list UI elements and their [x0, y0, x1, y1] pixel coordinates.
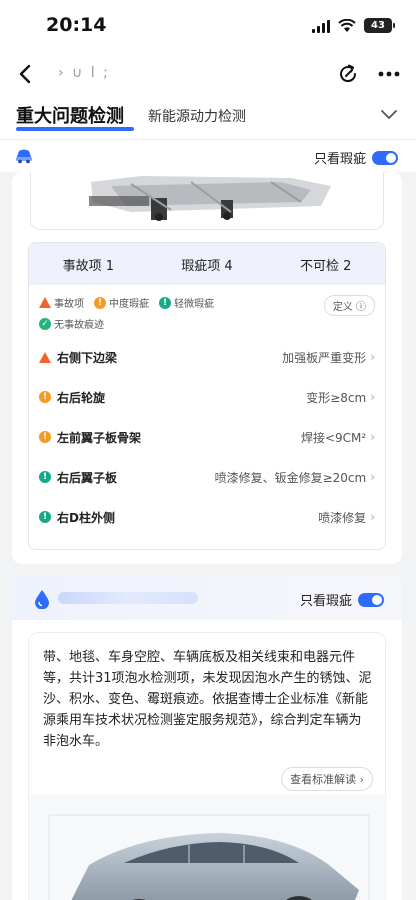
issue-summary: 事故项 1 瑕疵项 4 不可检 2 事故项 ! 中度瑕疵 ! 轻微瑕疵 ✓ 无事… — [28, 242, 386, 550]
view-standard-button[interactable]: 查看标准解读 › — [281, 767, 373, 791]
chevron-right-icon: › — [370, 390, 375, 404]
issue-value-text: 焊接<9CM² — [300, 430, 367, 445]
nav-actions — [336, 62, 400, 86]
car-illustration — [29, 795, 387, 900]
legend-light: ! 轻微瑕疵 — [159, 295, 214, 310]
issue-value-text: 变形≥8cm — [306, 390, 367, 405]
legend-none-label: 无事故痕迹 — [54, 320, 104, 331]
legend-light-label: 轻微瑕疵 — [174, 299, 214, 310]
flood-check-body: 带、地毯、车身空腔、车辆底板及相关线束和电器元件等，共计31项泡水检测项，未发现… — [28, 632, 387, 900]
battery-icon: 43 — [364, 18, 395, 33]
flood-check-header: 只看瑕疵 — [12, 576, 402, 620]
moderate-alert-icon: ! — [39, 391, 51, 403]
tab-bar: 重大问题检测 新能源动力检测 — [0, 94, 416, 140]
only-flaws-toggle[interactable] — [372, 150, 398, 165]
only-flaws-filter-2: 只看瑕疵 — [300, 590, 384, 609]
uncheckable-count[interactable]: 不可检 2 — [300, 255, 351, 274]
issue-row[interactable]: 右侧下边梁 加强板严重变形 › — [29, 337, 385, 377]
chevron-right-icon: › — [370, 350, 375, 364]
tab-major-issues[interactable]: 重大问题检测 — [16, 102, 124, 128]
legend: 事故项 ! 中度瑕疵 ! 轻微瑕疵 ✓ 无事故痕迹 定义 ⓘ — [29, 285, 385, 337]
issue-row[interactable]: ! 右后翼子板 喷漆修复、钣金修复≥20cm › — [29, 457, 385, 497]
tab-ev-power[interactable]: 新能源动力检测 — [148, 106, 246, 126]
accident-warning-icon — [39, 297, 51, 308]
chevron-right-icon: › — [370, 470, 375, 484]
issue-name: 右后翼子板 — [57, 470, 118, 485]
issue-name: 右后轮旋 — [57, 390, 106, 405]
issue-row[interactable]: ! 右后轮旋 变形≥8cm › — [29, 377, 385, 417]
car-chassis-illustration — [89, 176, 331, 221]
light-alert-icon: ! — [39, 471, 51, 483]
issue-name: 右侧下边梁 — [57, 350, 118, 365]
accident-warning-icon — [39, 351, 51, 363]
summary-counts: 事故项 1 瑕疵项 4 不可检 2 — [29, 243, 385, 285]
only-flaws-label: 只看瑕疵 — [313, 152, 366, 167]
only-flaws-filter: 只看瑕疵 — [314, 148, 398, 167]
chevron-right-icon: › — [370, 430, 375, 444]
status-icons: 43 — [312, 18, 395, 33]
legend-accident: 事故项 — [39, 295, 84, 310]
issue-value: 喷漆修复、钣金修复≥20cm › — [215, 469, 375, 486]
water-drop-icon — [35, 590, 49, 609]
flood-check-description: 带、地毯、车身空腔、车辆底板及相关线束和电器元件等，共计31项泡水检测项，未发现… — [43, 650, 372, 749]
filter-row: 只看瑕疵 — [0, 140, 416, 172]
major-issues-card: 事故项 1 瑕疵项 4 不可检 2 事故项 ! 中度瑕疵 ! 轻微瑕疵 ✓ 无事… — [12, 172, 402, 564]
issue-value: 加强板严重变形 › — [282, 349, 375, 366]
definition-button[interactable]: 定义 ⓘ — [323, 295, 375, 316]
issue-value: 焊接<9CM² › — [301, 429, 375, 446]
chevron-right-icon: › — [370, 510, 375, 524]
only-flaws-toggle-2[interactable] — [358, 592, 384, 607]
light-alert-icon: ! — [39, 511, 51, 523]
flood-check-title-blurred — [58, 592, 198, 604]
only-flaws-label-2: 只看瑕疵 — [299, 594, 352, 609]
status-bar: 20:14 43 — [0, 0, 416, 56]
signal-icon — [312, 19, 330, 33]
moderate-alert-icon: ! — [94, 296, 106, 309]
issue-value: 变形≥8cm › — [306, 389, 375, 406]
wifi-icon — [338, 18, 356, 32]
chevron-down-icon[interactable] — [380, 108, 398, 120]
check-icon: ✓ — [39, 317, 51, 330]
issue-name: 左前翼子板骨架 — [57, 430, 142, 445]
accident-count[interactable]: 事故项 1 — [63, 255, 114, 274]
status-time: 20:14 — [46, 14, 107, 36]
back-icon[interactable] — [12, 60, 40, 88]
nav-title: › ∪ l ; — [58, 65, 110, 81]
legend-accident-label: 事故项 — [54, 299, 84, 310]
legend-moderate: ! 中度瑕疵 — [94, 295, 149, 310]
issue-value-text: 加强板严重变形 — [282, 350, 367, 365]
legend-moderate-label: 中度瑕疵 — [109, 299, 149, 310]
car-frame-image — [30, 172, 384, 230]
issue-value-text: 喷漆修复 — [318, 510, 367, 525]
issue-row[interactable]: ! 左前翼子板骨架 焊接<9CM² › — [29, 417, 385, 457]
issue-row[interactable]: ! 右D柱外侧 喷漆修复 › — [29, 497, 385, 537]
flaw-count[interactable]: 瑕疵项 4 — [181, 255, 232, 274]
more-icon[interactable] — [378, 71, 400, 77]
issue-value-text: 喷漆修复、钣金修复≥20cm — [214, 470, 367, 485]
issue-value: 喷漆修复 › — [318, 509, 375, 526]
car-check-icon — [16, 149, 32, 164]
tab-active-indicator — [16, 127, 134, 131]
legend-none: ✓ 无事故痕迹 — [39, 316, 104, 331]
moderate-alert-icon: ! — [39, 431, 51, 443]
light-alert-icon: ! — [159, 296, 171, 309]
nav-bar: › ∪ l ; — [0, 56, 416, 94]
flood-check-card: 只看瑕疵 带、地毯、车身空腔、车辆底板及相关线束和电器元件等，共计31项泡水检测… — [12, 576, 402, 900]
share-refresh-icon[interactable] — [336, 62, 360, 86]
issue-name: 右D柱外侧 — [57, 510, 115, 525]
